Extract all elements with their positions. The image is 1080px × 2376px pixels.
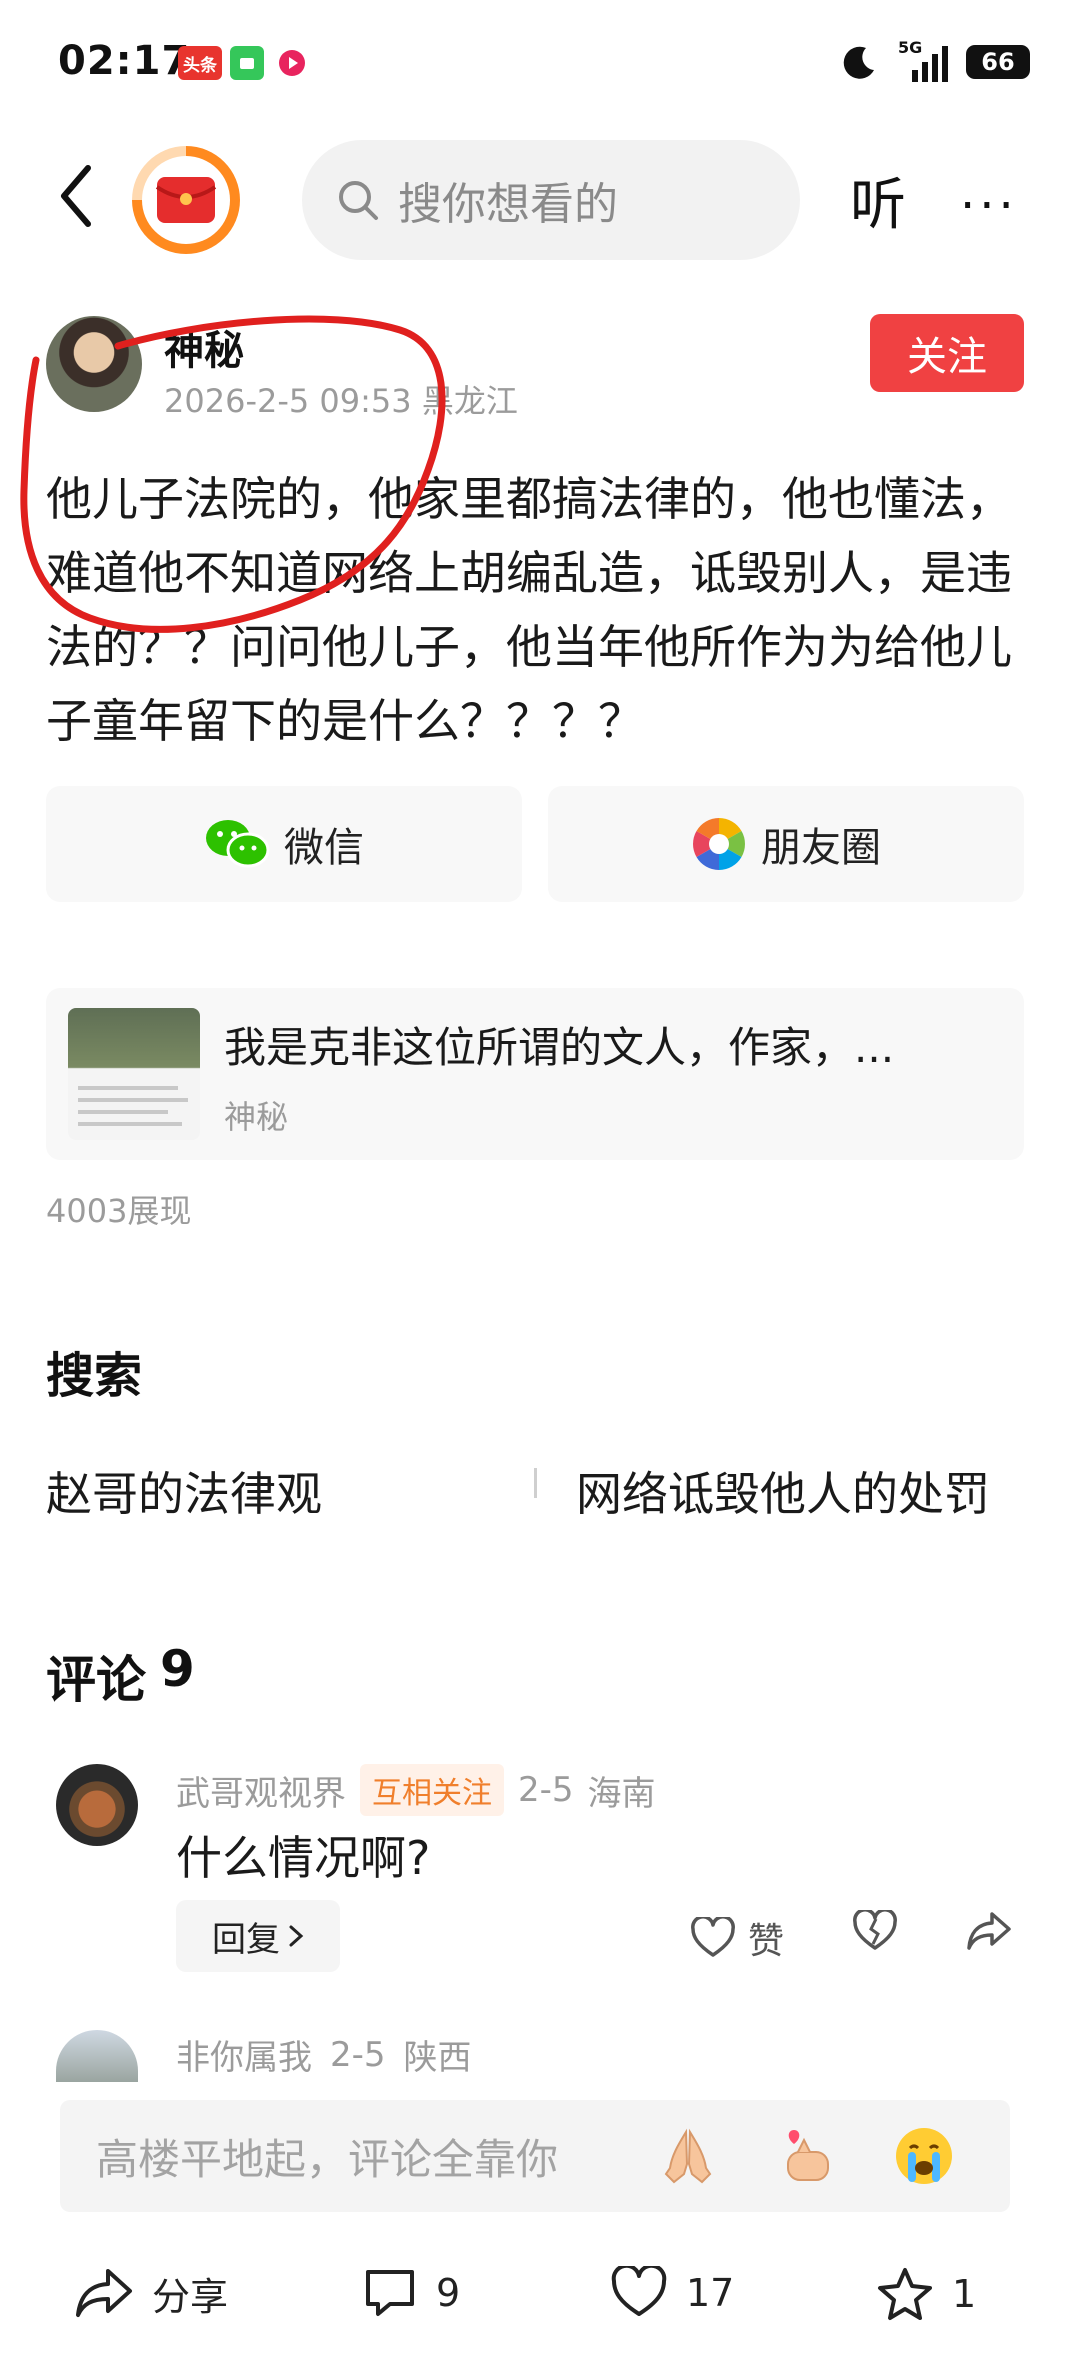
comment-like-button[interactable]: 赞 [690,1912,784,1964]
comment-meta: 武哥观视界 互相关注 2-5 海南 [176,1764,656,1816]
quoted-thumbnail [68,1008,200,1140]
like-button[interactable]: 17 [610,2266,734,2320]
quoted-author: 神秘 [224,1098,289,1136]
back-button[interactable] [46,158,106,234]
quoted-title: 我是克非这位所谓的文人，作家，... [224,1023,895,1072]
share-wechat-button[interactable]: 微信 [46,786,522,902]
post-text: 他儿子法院的，他家里都搞法律的，他也懂法，难道他不知道网络上胡编乱造，诋毁别人，… [46,472,1012,748]
comment-count: 9 [436,2271,461,2315]
search-icon [339,181,378,220]
mutual-follow-badge: 互相关注 [360,1764,504,1816]
search-placeholder: 搜你想看的 [398,179,618,230]
like-count: 17 [686,2271,735,2315]
crying-face-icon [896,2128,952,2184]
network-type: 5G [898,38,923,57]
reply-button[interactable]: 回复 [176,1900,340,1972]
crying-face-emoji-button[interactable] [892,2124,956,2188]
comment-location: 陕西 [403,2038,472,2078]
share-moments-button[interactable]: 朋友圈 [548,786,1024,902]
search-suggestion[interactable]: 赵哥的法律观 [46,1458,322,1524]
battery-indicator: 66 [966,45,1030,79]
author-name[interactable]: 神秘 [164,318,244,376]
favorite-button[interactable]: 1 [876,2266,976,2322]
signal-icon: 5G [898,38,948,82]
toutiao-app-icon: 头条 [178,46,222,80]
comment-placeholder: 高楼平地起，评论全靠你 [96,2134,559,2184]
moon-icon [843,46,874,79]
more-options-button[interactable]: ··· [960,178,1018,234]
chevron-left-icon [61,165,91,227]
share-button[interactable]: 分享 [74,2266,228,2321]
comment-date: 2-5 [330,2034,386,2075]
share-label: 分享 [152,2275,229,2319]
comment-avatar[interactable] [56,1764,138,1846]
comments-count: 9 [160,1640,195,1698]
like-label: 赞 [748,1921,785,1962]
favorite-count: 1 [952,2272,977,2316]
app-logo[interactable] [132,146,240,254]
quoted-article-card[interactable]: 我是克非这位所谓的文人，作家，... 神秘 [46,988,1024,1160]
red-app-icon [276,46,308,80]
chevron-right-icon [289,1925,304,1947]
comment-meta: 非你属我 2-5 陕西 [176,2030,472,2079]
view-count: 4003展现 [46,1192,192,1230]
comment-icon [366,2270,414,2316]
post-meta: 2026-2-5 09:53 黑龙江 [164,382,518,420]
wechat-icon [206,820,270,868]
comment-share-button[interactable] [966,1910,1012,1956]
author-avatar[interactable] [46,316,142,412]
comment-date: 2-5 [518,1770,574,1810]
share-icon [76,2268,132,2317]
comment-dislike-button[interactable] [852,1908,898,1956]
status-indicators: 5G 66 [840,38,1030,84]
comment-user[interactable]: 非你属我 [176,2030,312,2079]
search-suggestion[interactable]: 网络诋毁他人的处罚 [576,1458,990,1524]
comment-user[interactable]: 武哥观视界 [176,1766,346,1815]
heart-icon [611,2266,667,2316]
status-time: 02:17 [58,38,191,84]
comment-location: 海南 [587,1773,656,1814]
finger-heart-emoji-button[interactable] [774,2124,838,2188]
comments-heading-label: 评论 [46,1651,146,1709]
share-wechat-label: 微信 [284,825,364,871]
bottom-toolbar: 分享 9 17 1 [0,2240,1080,2360]
search-input[interactable]: 搜你想看的 [302,140,800,260]
share-icon [967,1912,1011,1950]
finger-heart-icon [787,2130,829,2181]
star-icon [878,2268,932,2320]
broken-heart-icon [853,1908,897,1950]
praying-hands-icon [664,2128,712,2184]
moments-icon [693,818,745,870]
comments-heading: 评论 9 [46,1640,195,1712]
comment-input[interactable]: 高楼平地起，评论全靠你 [60,2100,1010,2212]
comment-avatar[interactable] [56,2030,138,2082]
heart-icon [691,1917,735,1957]
comment-button[interactable]: 9 [362,2266,460,2320]
suggestion-divider [534,1468,537,1498]
search-heading: 搜索 [46,1348,143,1404]
praying-hands-emoji-button[interactable] [656,2124,720,2188]
comment-text: 什么情况啊? [176,1831,431,1885]
reply-label: 回复 [212,1919,280,1960]
green-app-icon [230,46,264,80]
red-envelope-icon [155,177,217,223]
share-moments-label: 朋友圈 [761,825,881,871]
follow-button[interactable]: 关注 [870,314,1024,392]
listen-button[interactable]: 听 [850,160,906,241]
